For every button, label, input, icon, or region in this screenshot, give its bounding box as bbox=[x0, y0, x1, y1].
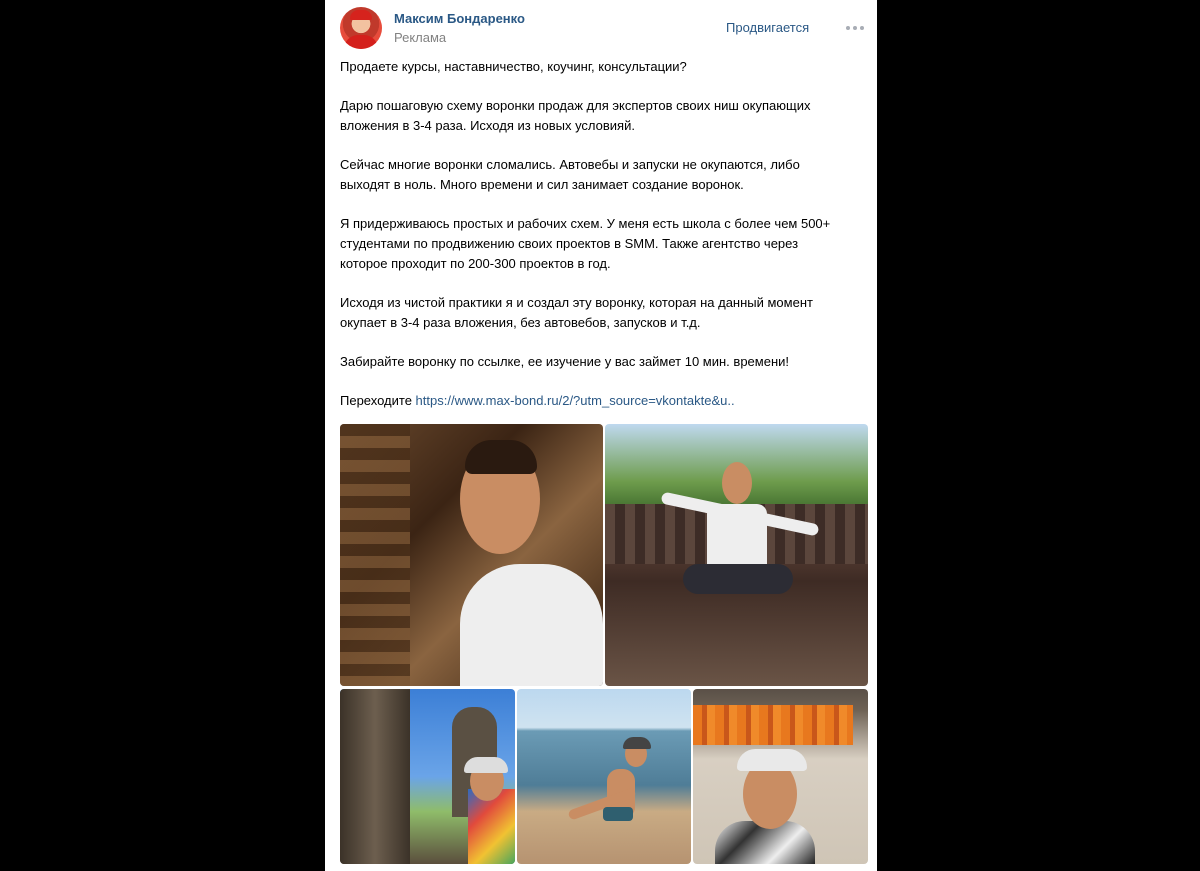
post-paragraph: Продаете курсы, наставничество, коучинг,… bbox=[340, 59, 687, 74]
post-paragraph: Дарю пошаговую схему воронки продаж для … bbox=[340, 98, 811, 133]
ad-label: Реклама bbox=[394, 30, 447, 45]
ad-post-card: Максим Бондаренко Реклама Продвигается П… bbox=[325, 0, 877, 871]
post-paragraph: Сейчас многие воронки сломались. Автовеб… bbox=[340, 157, 800, 192]
post-link[interactable]: https://www.max-bond.ru/2/?utm_source=vk… bbox=[416, 393, 735, 408]
promoted-label[interactable]: Продвигается bbox=[726, 20, 809, 35]
post-link-line: Переходите https://www.max-bond.ru/2/?ut… bbox=[340, 391, 855, 411]
post-paragraph: Я придерживаюсь простых и рабочих схем. … bbox=[340, 216, 831, 271]
link-prefix: Переходите bbox=[340, 393, 416, 408]
post-text: Продаете курсы, наставничество, коучинг,… bbox=[340, 57, 855, 430]
post-paragraph: Забирайте воронку по ссылке, ее изучение… bbox=[340, 354, 789, 369]
more-dots-icon[interactable] bbox=[846, 22, 866, 34]
post-photo-2[interactable] bbox=[605, 424, 868, 686]
author-name-link[interactable]: Максим Бондаренко bbox=[394, 11, 525, 26]
post-photo-1[interactable] bbox=[340, 424, 603, 686]
post-photo-5[interactable] bbox=[693, 689, 868, 864]
post-photo-3[interactable] bbox=[340, 689, 515, 864]
post-paragraph: Исходя из чистой практики я и создал эту… bbox=[340, 295, 813, 330]
post-header: Максим Бондаренко Реклама Продвигается bbox=[340, 7, 867, 51]
author-avatar[interactable] bbox=[340, 7, 382, 49]
post-photo-4[interactable] bbox=[517, 689, 691, 864]
